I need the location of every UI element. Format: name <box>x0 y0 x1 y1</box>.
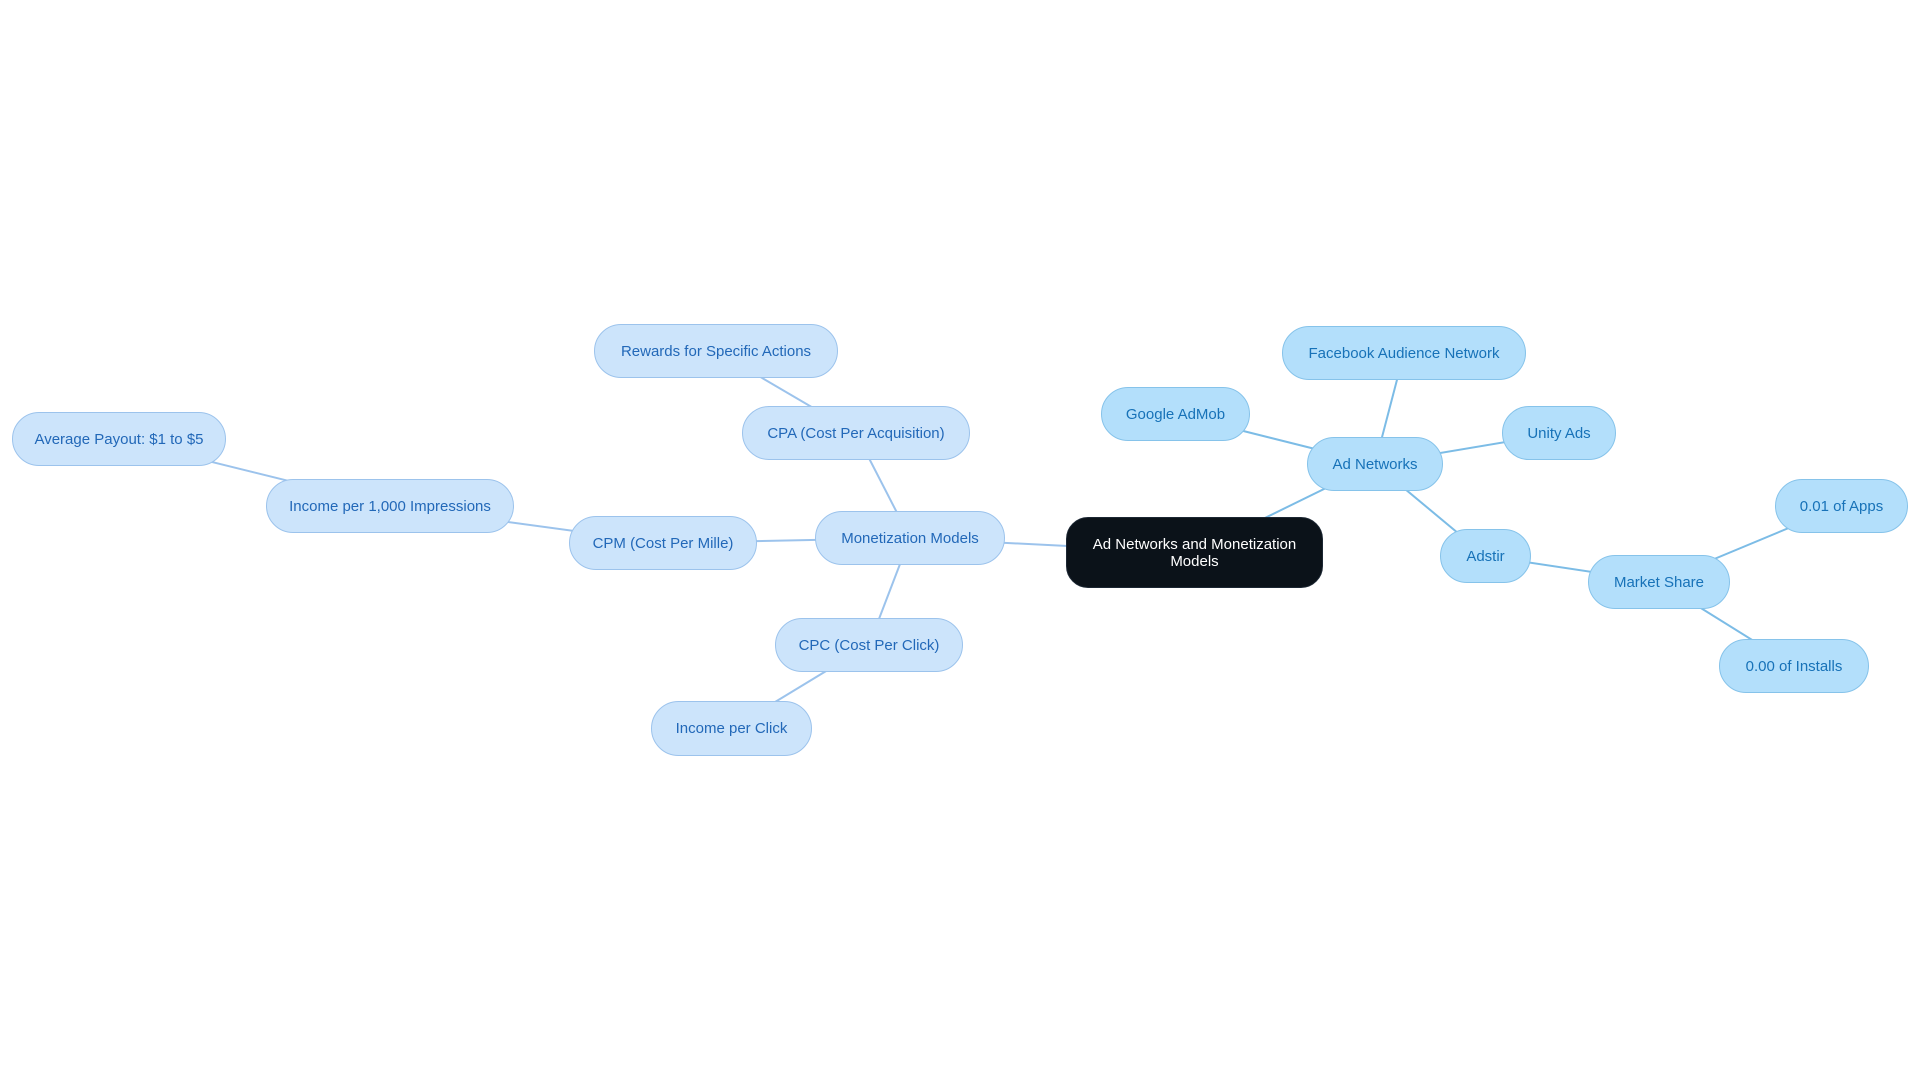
node-label: Average Payout: $1 to $5 <box>34 430 204 448</box>
node-label: Ad Networks <box>1332 455 1418 473</box>
node-label: CPM (Cost Per Mille) <box>592 534 734 552</box>
node-installs-share[interactable]: 0.00 of Installs <box>1719 639 1869 693</box>
node-average-payout[interactable]: Average Payout: $1 to $5 <box>12 412 226 466</box>
node-cpm[interactable]: CPM (Cost Per Mille) <box>569 516 757 570</box>
node-label: Income per Click <box>675 720 788 737</box>
node-unity-ads[interactable]: Unity Ads <box>1502 406 1616 460</box>
node-label: CPC (Cost Per Click) <box>798 636 940 654</box>
node-monetization-models[interactable]: Monetization Models <box>815 511 1005 565</box>
node-adstir[interactable]: Adstir <box>1440 529 1531 583</box>
node-income-per-1000-impressions[interactable]: Income per 1,000 Impressions <box>266 479 514 533</box>
node-label: Income per 1,000 Impressions <box>289 497 491 515</box>
node-ad-networks[interactable]: Ad Networks <box>1307 437 1443 491</box>
node-label: Facebook Audience Network <box>1308 344 1500 362</box>
node-rewards-for-specific-actions[interactable]: Rewards for Specific Actions <box>594 324 838 378</box>
node-google-admob[interactable]: Google AdMob <box>1101 387 1250 441</box>
node-cpc[interactable]: CPC (Cost Per Click) <box>775 618 963 672</box>
node-label: CPA (Cost Per Acquisition) <box>767 424 945 442</box>
node-label: Unity Ads <box>1527 424 1591 442</box>
root-node[interactable]: Ad Networks and Monetization Models <box>1066 517 1323 588</box>
node-label: 0.01 of Apps <box>1799 497 1884 515</box>
node-income-per-click[interactable]: Income per Click <box>651 701 812 756</box>
node-label: Monetization Models <box>841 529 979 547</box>
node-market-share[interactable]: Market Share <box>1588 555 1730 609</box>
node-label: Market Share <box>1613 573 1705 591</box>
node-cpa[interactable]: CPA (Cost Per Acquisition) <box>742 406 970 460</box>
node-label: 0.00 of Installs <box>1745 657 1843 675</box>
node-apps-share[interactable]: 0.01 of Apps <box>1775 479 1908 533</box>
node-label: Rewards for Specific Actions <box>620 342 812 360</box>
node-label: Google AdMob <box>1125 405 1226 423</box>
root-node-label: Ad Networks and Monetization Models <box>1092 535 1297 570</box>
node-label: Adstir <box>1466 547 1505 565</box>
node-facebook-audience-network[interactable]: Facebook Audience Network <box>1282 326 1526 380</box>
